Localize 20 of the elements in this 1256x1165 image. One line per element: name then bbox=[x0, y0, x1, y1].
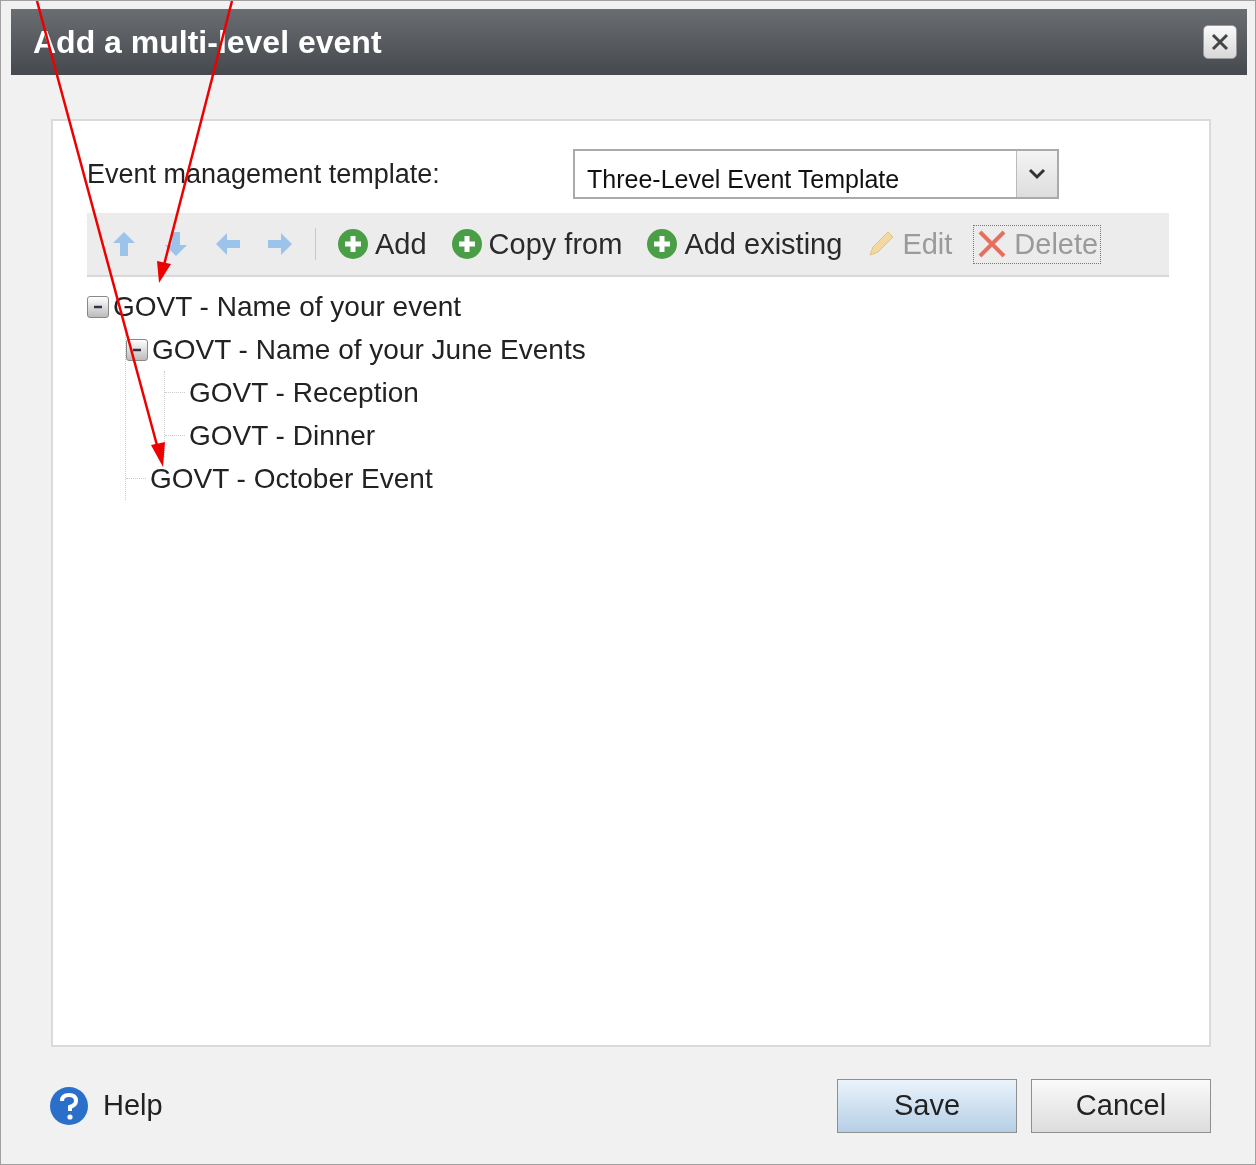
arrow-right-icon bbox=[266, 230, 294, 258]
plus-icon bbox=[337, 228, 369, 260]
cancel-button[interactable]: Cancel bbox=[1031, 1078, 1211, 1133]
collapse-toggle[interactable] bbox=[87, 295, 109, 318]
toolbar-button[interactable]: Add bbox=[334, 224, 430, 264]
chevron-down-icon bbox=[1028, 168, 1046, 180]
plus-icon bbox=[646, 228, 679, 260]
tree-item[interactable]: GOVT - Name of your June Events bbox=[152, 333, 586, 366]
toolbar-button[interactable]: Copy from bbox=[447, 224, 626, 264]
close-icon bbox=[1210, 32, 1230, 52]
close-button[interactable] bbox=[1203, 25, 1237, 59]
tree-item[interactable]: GOVT - Reception bbox=[189, 376, 419, 409]
toolbar-button[interactable]: Add existing bbox=[643, 224, 846, 264]
help-link[interactable]: Help bbox=[103, 1089, 163, 1122]
tree-item[interactable]: GOVT - October Event bbox=[150, 462, 433, 495]
help-icon[interactable] bbox=[49, 1085, 89, 1126]
tree-item[interactable]: GOVT - Dinner bbox=[189, 419, 376, 452]
save-button[interactable]: Save bbox=[837, 1078, 1017, 1133]
template-dropdown[interactable]: Three-Level Event Template bbox=[573, 149, 1059, 199]
plus-icon bbox=[450, 228, 483, 260]
